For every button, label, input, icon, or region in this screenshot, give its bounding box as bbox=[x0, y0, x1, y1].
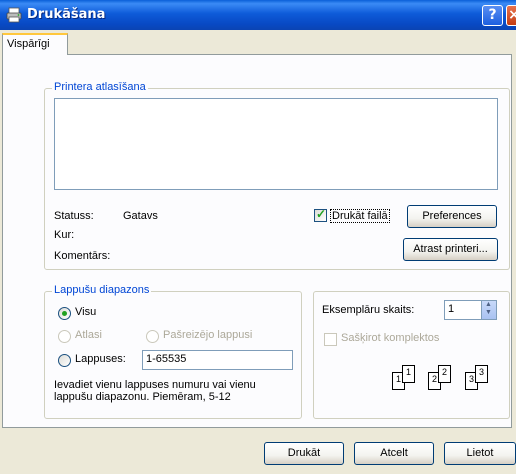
radio-current-page[interactable] bbox=[146, 330, 159, 343]
collate-checkbox[interactable] bbox=[324, 333, 337, 346]
tab-bar bbox=[0, 30, 516, 54]
window-title: Drukāšana bbox=[27, 7, 106, 22]
copies-count-value: 1 bbox=[448, 303, 455, 315]
page-icon: 2 bbox=[438, 365, 451, 383]
radio-selection[interactable] bbox=[58, 330, 71, 343]
help-button[interactable]: ? bbox=[482, 5, 503, 26]
find-printer-button[interactable]: Atrast printeri... bbox=[403, 238, 498, 261]
spin-down-icon[interactable]: ▼ bbox=[485, 309, 492, 316]
printer-selection-title: Printera atlasīšana bbox=[52, 81, 148, 93]
close-button[interactable]: × bbox=[506, 5, 516, 26]
copies-spinner[interactable]: ▲ ▼ bbox=[481, 301, 496, 319]
radio-all-label[interactable]: Visu bbox=[75, 306, 96, 318]
page-range-title: Lappušu diapazons bbox=[52, 284, 152, 296]
radio-pages-label[interactable]: Lappuses: bbox=[75, 353, 126, 365]
apply-button[interactable]: Lietot bbox=[444, 442, 516, 465]
spin-up-icon[interactable]: ▲ bbox=[485, 301, 492, 308]
print-dialog: Drukāšana ? × Vispārīgi Printera atlasīš… bbox=[0, 0, 516, 474]
print-to-file-checkbox[interactable]: ✓ bbox=[314, 207, 327, 222]
page-range-hint-line1: Ievadiet vienu lappuses numuru vai vienu bbox=[54, 379, 256, 391]
status-value: Gatavs bbox=[123, 210, 158, 222]
status-label: Statuss: bbox=[54, 210, 94, 222]
printer-list[interactable] bbox=[54, 98, 498, 190]
page-icon: 3 bbox=[475, 365, 488, 383]
cancel-button[interactable]: Atcelt bbox=[354, 442, 434, 465]
print-button[interactable]: Drukāt bbox=[264, 442, 344, 465]
page-range-hint-line2: lappušu diapazonu. Piemēram, 5-12 bbox=[54, 391, 231, 403]
checkmark-icon: ✓ bbox=[316, 207, 327, 221]
comment-label: Komentārs: bbox=[54, 250, 111, 262]
tab-general[interactable]: Vispārīgi bbox=[2, 33, 68, 55]
collate-label[interactable]: Sašķirot komplektos bbox=[341, 332, 439, 344]
page-icon: 1 bbox=[402, 365, 415, 383]
print-to-file-label[interactable]: Drukāt failā bbox=[330, 209, 390, 223]
copies-count-label: Eksemplāru skaits: bbox=[322, 304, 415, 316]
radio-current-page-label[interactable]: Pašreizējo lappusi bbox=[163, 329, 252, 341]
preferences-button[interactable]: Preferences bbox=[407, 205, 497, 228]
radio-all[interactable] bbox=[58, 307, 71, 320]
title-bar[interactable]: Drukāšana ? × bbox=[0, 0, 516, 30]
radio-pages[interactable] bbox=[58, 354, 71, 367]
radio-selected-dot bbox=[62, 311, 67, 316]
pages-input[interactable]: 1-65535 bbox=[142, 350, 293, 370]
printer-icon bbox=[6, 7, 22, 23]
location-label: Kur: bbox=[54, 229, 75, 241]
radio-selection-label[interactable]: Atlasi bbox=[75, 329, 102, 341]
